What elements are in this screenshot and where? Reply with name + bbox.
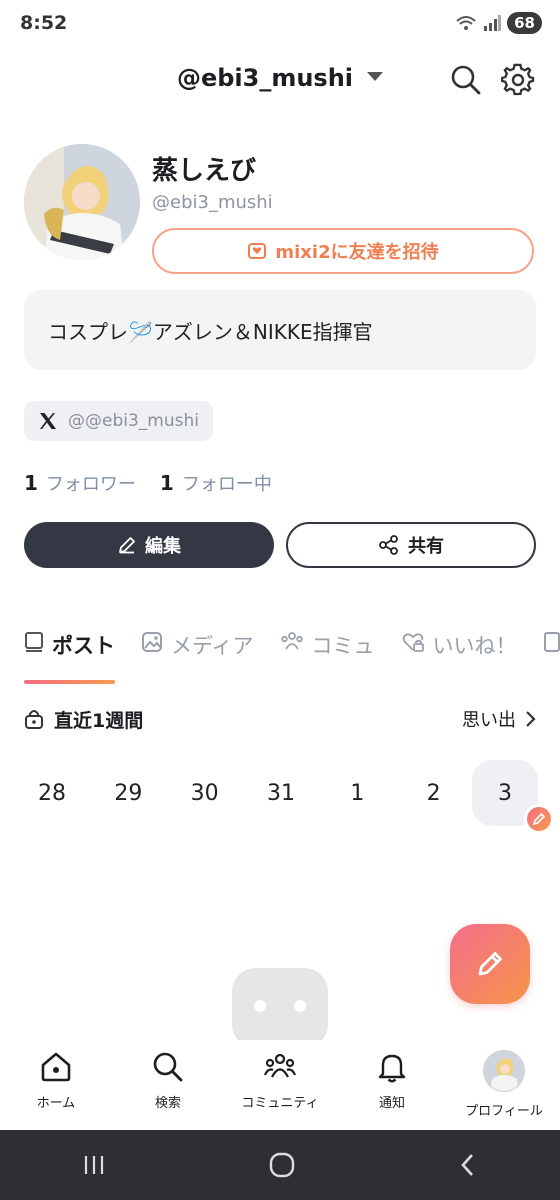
edit-profile-button[interactable]: 編集 bbox=[24, 522, 274, 568]
tab-likes[interactable]: いいね！ bbox=[401, 630, 517, 686]
community-icon bbox=[263, 1053, 297, 1078]
system-navigation-bar bbox=[0, 1130, 560, 1200]
nav-label: 通知 bbox=[378, 1096, 405, 1111]
today-post-badge bbox=[523, 804, 554, 834]
avatar bbox=[483, 1050, 525, 1092]
mascot-eye bbox=[254, 1000, 266, 1012]
date-cell[interactable]: 29 bbox=[90, 760, 166, 826]
memories-label: 思い出 bbox=[462, 710, 516, 731]
status-icons: 68 bbox=[455, 12, 542, 34]
pencil-icon bbox=[532, 812, 546, 826]
bio: コスプレ🪡アズレン＆NIKKE指揮官 bbox=[24, 290, 536, 370]
tab-label: メディア bbox=[171, 634, 254, 658]
following-label: フォロー中 bbox=[181, 474, 272, 495]
invite-icon bbox=[248, 243, 267, 259]
status-time: 8:52 bbox=[20, 12, 68, 34]
heart-lock-icon bbox=[402, 633, 424, 652]
date-cell[interactable]: 28 bbox=[14, 760, 90, 826]
community-icon bbox=[280, 632, 303, 650]
x-link-text: @@ebi3_mushi bbox=[68, 411, 199, 431]
memories-link[interactable]: 思い出 bbox=[462, 706, 536, 732]
nav-community[interactable]: コミュニティ bbox=[224, 1040, 336, 1128]
invite-friends-button[interactable]: mixi2に友達を招待 bbox=[152, 228, 534, 274]
profile-tabs: ポスト メディア コミュ いいね！ bbox=[24, 630, 560, 686]
nav-label: ホーム bbox=[36, 1096, 76, 1111]
following-count: 1 bbox=[159, 471, 174, 495]
date-cell[interactable]: 30 bbox=[167, 760, 243, 826]
bell-icon bbox=[378, 1054, 406, 1083]
signal-icon bbox=[484, 15, 502, 31]
week-title-text: 直近1週間 bbox=[54, 709, 144, 732]
back-icon[interactable] bbox=[457, 1152, 479, 1178]
followers-count: 1 bbox=[24, 471, 38, 495]
profile-handle: @ebi3_mushi bbox=[152, 192, 273, 213]
tab-community[interactable]: コミュ bbox=[280, 630, 375, 686]
today-date: 3 bbox=[497, 780, 512, 806]
search-button[interactable] bbox=[448, 62, 484, 98]
share-label: 共有 bbox=[408, 536, 444, 557]
post-icon bbox=[25, 632, 43, 652]
tab-label: コミュ bbox=[311, 634, 375, 658]
search-icon bbox=[451, 65, 481, 95]
nav-label: 検索 bbox=[154, 1096, 181, 1111]
date-cell[interactable]: 2 bbox=[396, 760, 472, 826]
x-link-chip[interactable]: @@ebi3_mushi bbox=[24, 401, 213, 441]
mascot-eye bbox=[294, 1000, 306, 1012]
compose-button[interactable] bbox=[450, 924, 530, 1004]
gear-icon bbox=[501, 63, 535, 96]
avatar-image bbox=[24, 144, 140, 260]
mascot-image bbox=[232, 968, 328, 1048]
nav-label: コミュニティ bbox=[241, 1096, 319, 1111]
date-cell-today[interactable]: 3 bbox=[471, 760, 554, 834]
followers-stat[interactable]: 1 フォロワー bbox=[24, 470, 136, 496]
tab-more[interactable] bbox=[543, 630, 560, 686]
followers-label: フォロワー bbox=[45, 474, 136, 495]
recent-apps-icon[interactable] bbox=[81, 1152, 107, 1178]
week-dates: 28 29 30 31 1 2 3 bbox=[14, 760, 554, 834]
image-icon bbox=[142, 632, 162, 652]
invite-label: mixi2に友達を招待 bbox=[275, 242, 439, 263]
wifi-icon bbox=[456, 16, 476, 30]
nav-search[interactable]: 検索 bbox=[112, 1040, 224, 1128]
chevron-down-icon bbox=[367, 71, 384, 81]
date-cell[interactable]: 1 bbox=[319, 760, 395, 826]
nav-label: プロフィール bbox=[465, 1104, 543, 1119]
week-title: 直近1週間 bbox=[24, 706, 143, 733]
display-name: 蒸しえび bbox=[152, 156, 257, 186]
search-icon bbox=[153, 1052, 183, 1082]
tab-label: いいね！ bbox=[432, 634, 517, 658]
pencil-icon bbox=[119, 537, 135, 554]
header-username: @ebi3_mushi bbox=[176, 64, 354, 92]
avatar-image bbox=[484, 1051, 524, 1091]
date-cell[interactable]: 31 bbox=[243, 760, 319, 826]
nav-profile[interactable]: プロフィール bbox=[448, 1040, 560, 1128]
share-button[interactable]: 共有 bbox=[286, 522, 536, 568]
chevron-right-icon bbox=[526, 711, 536, 727]
edit-label: 編集 bbox=[145, 536, 181, 557]
home-icon bbox=[41, 1052, 71, 1082]
battery-badge: 68 bbox=[507, 12, 542, 34]
bottom-navigation: ホーム 検索 コミュニティ 通知 プロフィール bbox=[0, 1040, 560, 1128]
x-logo-icon bbox=[40, 413, 56, 429]
pencil-icon bbox=[478, 952, 502, 976]
settings-button[interactable] bbox=[500, 62, 536, 98]
avatar[interactable] bbox=[24, 144, 140, 260]
share-icon bbox=[379, 535, 398, 555]
lock-icon bbox=[25, 710, 43, 729]
following-stat[interactable]: 1 フォロー中 bbox=[160, 470, 272, 496]
tab-posts[interactable]: ポスト bbox=[24, 630, 115, 686]
recent-week-header: 直近1週間 思い出 bbox=[24, 704, 536, 734]
follow-stats: 1 フォロワー 1 フォロー中 bbox=[24, 470, 272, 496]
tab-media[interactable]: メディア bbox=[141, 630, 254, 686]
tab-label: ポスト bbox=[52, 634, 115, 658]
bio-text: コスプレ🪡アズレン＆NIKKE指揮官 bbox=[48, 319, 373, 344]
nav-notifications[interactable]: 通知 bbox=[336, 1040, 448, 1128]
bookmark-icon bbox=[543, 632, 560, 652]
nav-home[interactable]: ホーム bbox=[0, 1040, 112, 1128]
home-circle-icon[interactable] bbox=[268, 1151, 296, 1179]
